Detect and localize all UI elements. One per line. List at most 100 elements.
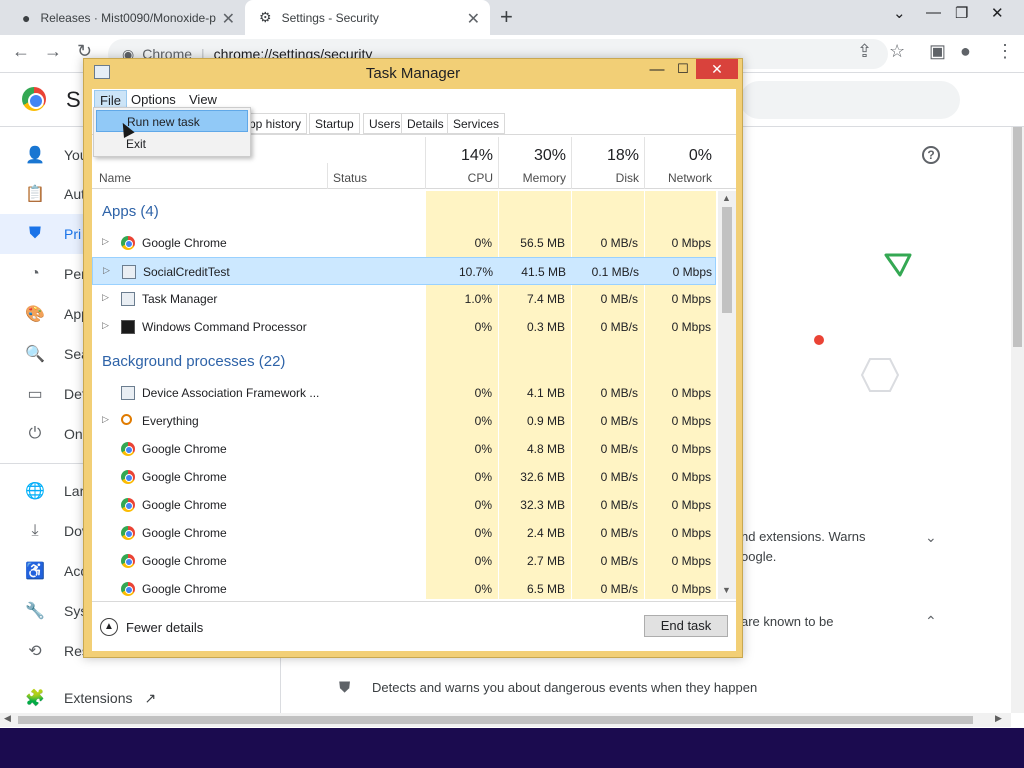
table-row[interactable]: Google Chrome 0% 2.7 MB 0 MB/s 0 Mbps xyxy=(92,547,716,575)
settings-search-input[interactable] xyxy=(740,81,960,119)
bookmark-star-icon[interactable]: ☆ xyxy=(889,41,905,62)
close-window-icon[interactable]: ✕ xyxy=(991,4,1004,22)
end-task-button[interactable]: End task xyxy=(644,615,728,637)
tab-details[interactable]: Details xyxy=(401,113,450,134)
memory-value: 7.4 MB xyxy=(526,292,565,306)
page-horizontal-scrollbar[interactable]: ◀ ▶ xyxy=(0,713,1011,727)
profile-avatar-icon[interactable]: ● xyxy=(960,41,971,62)
network-value: 0 Mbps xyxy=(671,470,711,484)
memory-value: 41.5 MB xyxy=(521,265,566,279)
card-text-line: Detects and warns you about dangerous ev… xyxy=(372,680,758,695)
process-name: Windows Command Processor xyxy=(142,320,307,334)
network-percent: 0% xyxy=(688,147,712,164)
table-row[interactable]: Google Chrome 0% 32.3 MB 0 MB/s 0 Mbps xyxy=(92,491,716,519)
table-row[interactable]: ▷ Task Manager 1.0% 7.4 MB 0 MB/s 0 Mbps xyxy=(92,285,716,313)
scrollbar-thumb[interactable] xyxy=(722,207,732,313)
table-row[interactable]: Google Chrome 0% 6.5 MB 0 MB/s 0 Mbps xyxy=(92,575,716,599)
chrome-icon xyxy=(121,442,135,456)
table-row[interactable]: Google Chrome 0% 4.8 MB 0 MB/s 0 Mbps xyxy=(92,435,716,463)
scroll-left-icon[interactable]: ◀ xyxy=(4,713,11,724)
sidebar-item-extensions[interactable]: 🧩 Extensions ↗ xyxy=(0,688,240,708)
scroll-down-icon[interactable]: ▼ xyxy=(722,585,731,595)
process-name: Google Chrome xyxy=(142,498,227,512)
gear-icon: ⚙ xyxy=(259,9,272,25)
share-icon[interactable]: ⇪ xyxy=(857,41,872,62)
scroll-up-icon[interactable]: ▲ xyxy=(722,193,731,203)
taskmgr-icon xyxy=(121,292,135,306)
close-icon[interactable]: ✕ xyxy=(222,9,235,29)
network-value: 0 Mbps xyxy=(671,292,711,306)
help-icon[interactable]: ? xyxy=(922,146,940,164)
scrollbar-thumb[interactable] xyxy=(1013,127,1022,347)
close-icon[interactable]: ✕ xyxy=(467,9,480,29)
expand-icon[interactable]: ▷ xyxy=(102,320,109,331)
menu-item-exit[interactable]: Exit xyxy=(96,133,248,155)
gauge-icon: ◔ xyxy=(30,265,40,282)
disk-value: 0 MB/s xyxy=(600,414,638,428)
column-network[interactable]: Network xyxy=(648,171,712,185)
table-row[interactable]: ▷ Google Chrome 0% 56.5 MB 0 MB/s 0 Mbps xyxy=(92,229,716,257)
restore-icon[interactable]: ❐ xyxy=(955,4,968,22)
table-row[interactable]: ▷ Everything 0% 0.9 MB 0 MB/s 0 Mbps xyxy=(92,407,716,435)
tab-releases[interactable]: ● Releases · Mist0090/Monoxide-p ✕ xyxy=(8,0,245,35)
minimize-icon[interactable]: — xyxy=(644,61,670,78)
chevron-up-icon[interactable]: ⌃ xyxy=(925,613,937,630)
memory-value: 0.3 MB xyxy=(526,320,565,334)
column-memory[interactable]: Memory xyxy=(502,171,566,185)
side-panel-icon[interactable]: ▣ xyxy=(929,41,946,62)
cmd-icon xyxy=(121,320,135,334)
memory-percent: 30% xyxy=(533,147,566,164)
menu-kebab-icon[interactable]: ⋮ xyxy=(996,41,1014,62)
browser-icon: ▭ xyxy=(27,386,43,403)
expand-icon[interactable]: ▷ xyxy=(102,236,109,247)
tab-settings-security[interactable]: ⚙ Settings - Security ✕ xyxy=(245,0,490,35)
column-separator xyxy=(327,163,328,189)
network-value: 0 Mbps xyxy=(671,442,711,456)
tab-app-history[interactable]: pp history xyxy=(244,113,308,134)
fewer-details-button[interactable]: ▲ Fewer details xyxy=(100,618,203,636)
table-row[interactable]: Google Chrome 0% 32.6 MB 0 MB/s 0 Mbps xyxy=(92,463,716,491)
expand-icon[interactable]: ▷ xyxy=(103,265,110,276)
scrollbar-thumb[interactable] xyxy=(18,716,973,724)
back-icon[interactable]: ← xyxy=(12,41,30,62)
task-manager-title-bar[interactable]: Task Manager — ☐ ✕ xyxy=(84,59,742,87)
expand-icon[interactable]: ▷ xyxy=(102,414,109,425)
new-tab-button[interactable]: + xyxy=(500,4,513,30)
tab-startup[interactable]: Startup xyxy=(309,113,360,134)
page-vertical-scrollbar[interactable] xyxy=(1011,127,1024,713)
disk-value: 0 MB/s xyxy=(600,526,638,540)
table-row[interactable]: ▷ Windows Command Processor 0% 0.3 MB 0 … xyxy=(92,313,716,341)
tab-search-icon[interactable]: ⌄ xyxy=(893,4,906,22)
process-list-scrollbar[interactable]: ▲ ▼ xyxy=(718,191,736,599)
column-separator xyxy=(498,137,499,189)
column-status[interactable]: Status xyxy=(333,171,367,185)
maximize-icon[interactable]: ☐ xyxy=(670,61,696,77)
column-cpu[interactable]: CPU xyxy=(432,171,493,185)
restore-icon: ⟲ xyxy=(28,643,42,660)
tab-services[interactable]: Services xyxy=(447,113,506,134)
close-icon[interactable]: ✕ xyxy=(696,59,738,79)
group-background-heading: Background processes (22) xyxy=(102,353,286,370)
puzzle-icon: 🧩 xyxy=(25,690,45,707)
chevron-down-icon[interactable]: ⌄ xyxy=(925,529,937,546)
process-name: Google Chrome xyxy=(142,554,227,568)
process-name: Google Chrome xyxy=(142,442,227,456)
chrome-icon xyxy=(121,582,135,596)
task-manager-footer: ▲ Fewer details End task xyxy=(92,601,736,651)
table-row[interactable]: Google Chrome 0% 2.4 MB 0 MB/s 0 Mbps xyxy=(92,519,716,547)
column-name[interactable]: Name xyxy=(99,171,131,185)
scroll-right-icon[interactable]: ▶ xyxy=(995,713,1002,724)
disk-value: 0 MB/s xyxy=(600,498,638,512)
minimize-icon[interactable]: — xyxy=(926,4,941,21)
cpu-value: 0% xyxy=(474,582,492,596)
cpu-value: 0% xyxy=(474,554,492,568)
forward-icon[interactable]: → xyxy=(44,41,62,62)
process-name: Everything xyxy=(142,414,199,428)
palette-icon: 🎨 xyxy=(25,306,45,323)
column-disk[interactable]: Disk xyxy=(575,171,639,185)
tab-users[interactable]: Users xyxy=(363,113,407,134)
expand-icon[interactable]: ▷ xyxy=(102,292,109,303)
table-row[interactable]: Device Association Framework ... 0% 4.1 … xyxy=(92,379,716,407)
shield-icon: ⛊ xyxy=(339,679,351,696)
table-row-selected[interactable]: ▷ SocialCreditTest 10.7% 41.5 MB 0.1 MB/… xyxy=(92,257,716,285)
